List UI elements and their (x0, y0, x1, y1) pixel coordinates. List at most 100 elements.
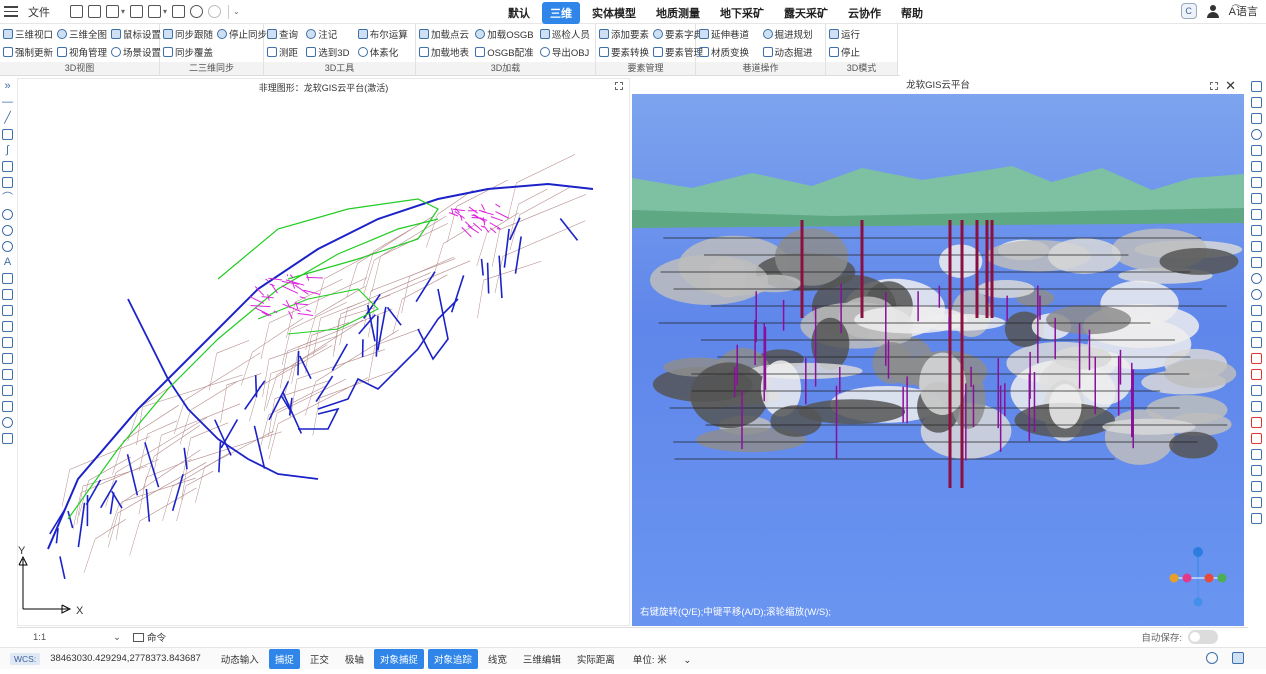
gizmo-east-icon[interactable] (1204, 573, 1214, 583)
measure-icon[interactable] (1250, 337, 1262, 348)
rotate-icon[interactable] (1250, 289, 1262, 300)
status-toggle-1[interactable]: 捕捉 (268, 648, 300, 669)
ribbon-button-4-1[interactable]: 要素转换 (599, 43, 649, 61)
save-status-icon[interactable] (1232, 652, 1244, 664)
extend-icon[interactable] (1250, 369, 1262, 380)
select-icon[interactable] (1250, 113, 1262, 124)
cube-icon[interactable] (1250, 177, 1262, 188)
command-icon[interactable] (133, 632, 144, 642)
ribbon-button-3-5[interactable]: 导出OBJ (539, 43, 592, 61)
polyline-icon[interactable]: ╱ (2, 113, 13, 124)
print-icon[interactable] (172, 5, 186, 18)
ribbon-button-0-1[interactable]: 强制更新 (3, 43, 53, 61)
new-file-icon[interactable] (70, 5, 83, 18)
move-icon[interactable] (1250, 273, 1262, 284)
status-toggle-6[interactable]: 线宽 (482, 649, 513, 669)
ribbon-button-2-0[interactable]: 查询 (267, 25, 302, 43)
command-input[interactable]: 命令 (147, 630, 166, 644)
ribbon-button-0-3[interactable]: 视角管理 (57, 43, 107, 61)
ribbon-button-3-4[interactable]: 巡检人员 (539, 25, 592, 43)
ribbon-button-5-3[interactable]: 动态掘进 (762, 43, 823, 61)
delete-icon[interactable] (1250, 193, 1262, 204)
ai-icon[interactable] (1206, 652, 1218, 664)
layers-icon[interactable] (1250, 97, 1262, 108)
explode-icon[interactable] (1250, 433, 1262, 444)
clipboard-icon[interactable] (1250, 449, 1262, 460)
tab-1[interactable]: 三维 (542, 2, 580, 24)
rectangle-icon[interactable] (2, 177, 13, 188)
table-icon[interactable] (2, 433, 13, 444)
ribbon-button-1-0[interactable]: 同步跟随 (163, 25, 213, 43)
ribbon-button-1-1[interactable]: 同步覆盖 (163, 43, 213, 61)
ribbon-button-3-0[interactable]: 加载点云 (419, 25, 471, 43)
curve-icon[interactable]: ∫ (2, 145, 13, 156)
ribbon-button-2-5[interactable]: 体素化 (357, 43, 412, 61)
tab-5[interactable]: 露天采矿 (776, 2, 836, 24)
ribbon-button-6-1[interactable]: 停止 (829, 43, 894, 61)
block-icon[interactable] (2, 289, 13, 300)
column-icon[interactable] (2, 337, 13, 348)
status-toggle-4[interactable]: 对象捕捉 (373, 648, 424, 669)
save-icon[interactable] (130, 5, 144, 18)
ellipse-icon[interactable] (2, 225, 13, 236)
target-icon[interactable] (2, 417, 13, 428)
ribbon-button-2-3[interactable]: 选到3D (306, 43, 353, 61)
chamfer-icon[interactable] (1250, 401, 1262, 412)
stack-icon[interactable] (2, 401, 13, 412)
3d-view-panel[interactable]: 龙软GIS云平台 ✕ 右键旋转(Q/E);中键平移(A/D);滚轮缩放(W/S)… (632, 78, 1244, 626)
tab-3[interactable]: 地质测量 (648, 2, 708, 24)
tab-2[interactable]: 实体模型 (584, 2, 644, 24)
expand-icon[interactable]: » (2, 81, 13, 92)
align-icon[interactable] (2, 305, 13, 316)
mine-plan-drawing[interactable] (18, 79, 629, 625)
gizmo-north-icon[interactable] (1217, 573, 1227, 583)
ribbon-button-2-1[interactable]: 测距 (267, 43, 302, 61)
status-toggle-8[interactable]: 实际距离 (571, 649, 621, 669)
arc-icon[interactable]: ⌒ (2, 193, 13, 204)
units-select[interactable]: 单位: 米 ⌄ (633, 652, 691, 666)
status-toggle-3[interactable]: 极轴 (339, 649, 370, 669)
ribbon-button-0-0[interactable]: 三维视口 (3, 25, 53, 43)
circle-select-icon[interactable] (1250, 129, 1262, 140)
tab-0[interactable]: 默认 (500, 2, 538, 24)
ribbon-button-5-1[interactable]: 材质变换 (699, 43, 759, 61)
ribbon-button-1-2[interactable]: 停止同步 (217, 25, 267, 43)
maximize-icon[interactable] (1210, 82, 1218, 90)
scale-select[interactable]: 1:1 ⌄ (33, 632, 121, 643)
line-icon[interactable]: — (2, 97, 13, 108)
3d-box-icon[interactable] (1250, 481, 1262, 492)
avatar[interactable]: C (1180, 3, 1197, 19)
ribbon-button-3-1[interactable]: 加载地表 (419, 43, 471, 61)
ribbon-button-3-3[interactable]: OSGB配准 (475, 43, 536, 61)
circle-icon[interactable] (2, 209, 13, 220)
tab-4[interactable]: 地下采矿 (712, 2, 772, 24)
ribbon-button-0-4[interactable]: 鼠标设置 (111, 25, 161, 43)
gizmo-down-icon[interactable] (1193, 597, 1203, 607)
properties-icon[interactable] (1250, 81, 1262, 92)
mirror-icon[interactable] (1250, 225, 1262, 236)
ribbon-button-4-0[interactable]: 添加要素 (599, 25, 649, 43)
break-icon[interactable] (1250, 385, 1262, 396)
new-template-icon[interactable] (88, 5, 101, 18)
ribbon-button-6-0[interactable]: 运行 (829, 25, 894, 43)
ribbon-button-5-0[interactable]: 延伸巷道 (699, 25, 759, 43)
grid-icon[interactable] (1250, 257, 1262, 268)
autosave-toggle[interactable] (1188, 630, 1218, 644)
user-icon[interactable] (1206, 4, 1219, 18)
gizmo-up-icon[interactable] (1193, 547, 1203, 557)
redo-icon[interactable] (208, 5, 222, 18)
undo-icon[interactable] (190, 5, 204, 18)
navigation-gizmo[interactable] (1168, 540, 1228, 610)
language-button[interactable]: A͡语言 (1229, 3, 1258, 19)
rectangle-icon[interactable] (2, 161, 13, 172)
rotate-icon[interactable] (2, 241, 13, 252)
polygon-icon[interactable] (2, 129, 13, 140)
trim-icon[interactable] (1250, 353, 1262, 364)
wcs-badge[interactable]: WCS: (10, 652, 41, 665)
distribute-icon[interactable] (2, 321, 13, 332)
text-icon[interactable]: A (2, 257, 13, 268)
ribbon-button-0-2[interactable]: 三维全图 (57, 25, 107, 43)
chevron-down-icon[interactable]: ▾ (121, 7, 125, 16)
copy-icon[interactable] (1250, 145, 1262, 156)
ribbon-button-2-4[interactable]: 布尔运算 (357, 25, 412, 43)
